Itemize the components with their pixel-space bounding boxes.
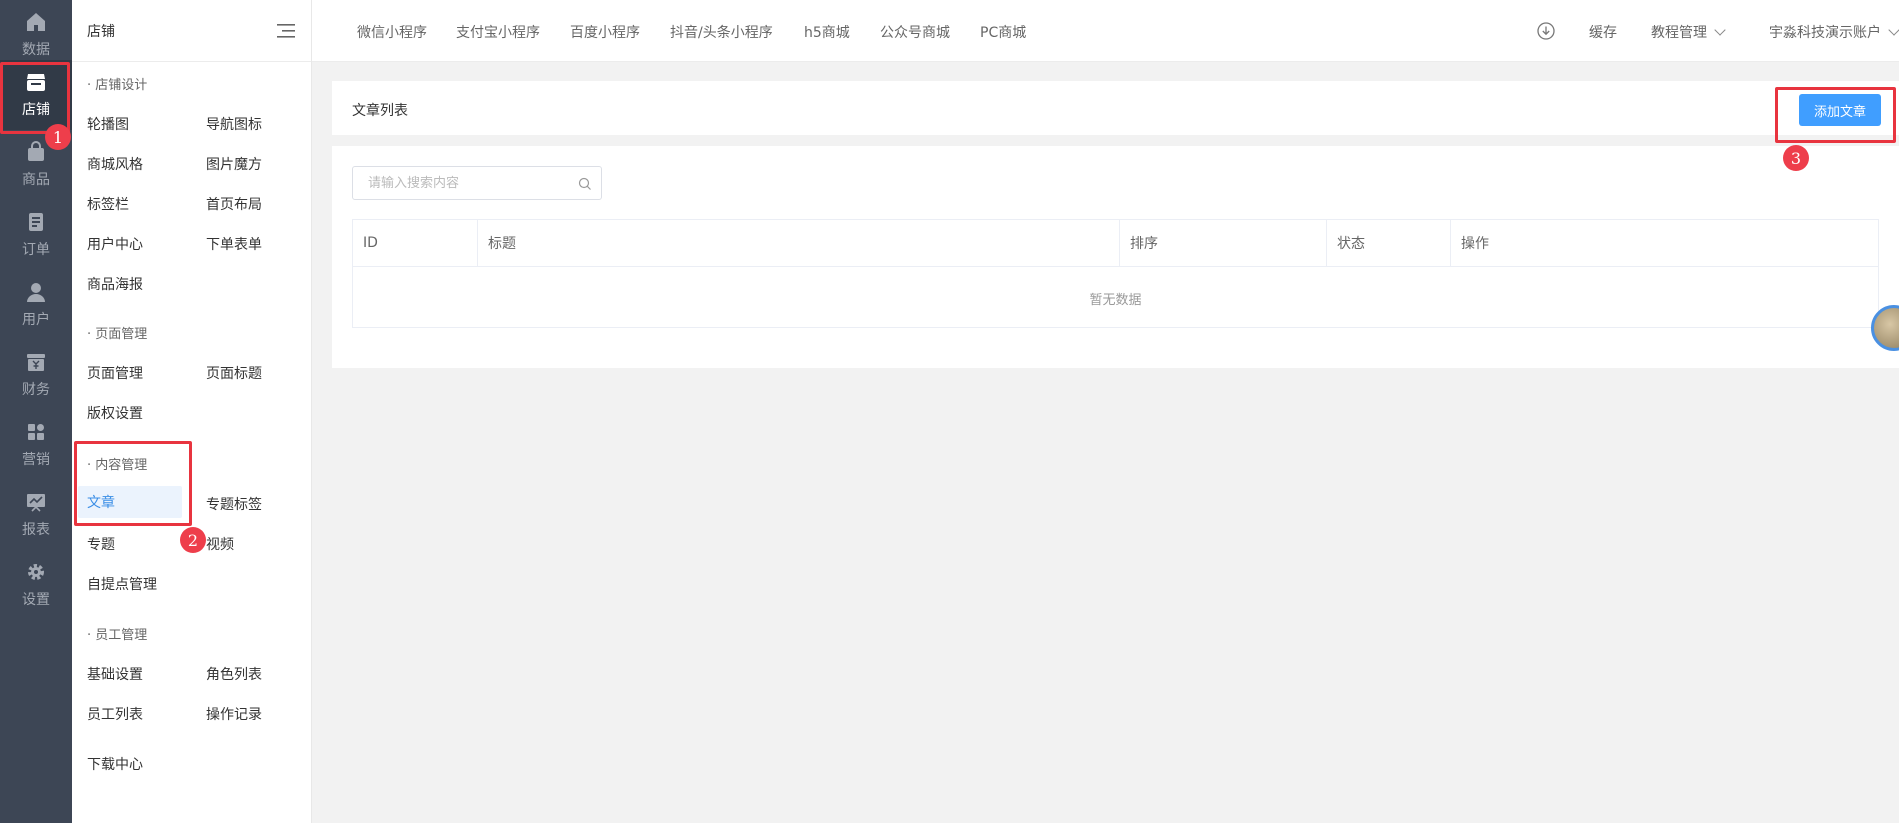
article-table: ID 标题 排序 状态 操作 暂无数据 — [352, 219, 1879, 328]
page-title: 文章列表 — [352, 103, 408, 119]
menu-collapse-icon[interactable] — [277, 23, 295, 38]
sub-link-nav-icons[interactable]: 导航图标 — [206, 114, 262, 134]
sub-link-operation-log[interactable]: 操作记录 — [206, 704, 262, 724]
sub-link-mall-style[interactable]: 商城风格 — [87, 154, 143, 174]
user-icon — [25, 281, 47, 303]
sub-link-user-center[interactable]: 用户中心 — [87, 234, 143, 254]
nav-item-finance[interactable]: 财务 — [0, 340, 72, 410]
account-name: 宇淼科技演示账户 — [1769, 25, 1881, 41]
sub-link-topic[interactable]: 专题 — [87, 534, 115, 554]
order-icon — [25, 211, 47, 233]
nav-item-users[interactable]: 用户 — [0, 270, 72, 340]
sub-link-tabbar[interactable]: 标签栏 — [87, 194, 129, 214]
nav-item-label: 用户 — [22, 312, 50, 328]
page-header-card: 文章列表 添加文章 — [332, 81, 1899, 135]
account-dropdown[interactable]: 宇淼科技演示账户 — [1769, 22, 1899, 42]
tab-baidu-miniapp[interactable]: 百度小程序 — [570, 22, 640, 42]
report-icon — [25, 491, 47, 513]
annotation-box-2 — [74, 441, 192, 526]
sub-link-page-title[interactable]: 页面标题 — [206, 363, 262, 383]
chevron-down-icon — [1888, 24, 1899, 36]
annotation-badge-3: 3 — [1783, 145, 1809, 171]
sub-link-goods-poster[interactable]: 商品海报 — [87, 274, 143, 294]
column-header-title: 标题 — [477, 220, 1119, 267]
sub-link-home-layout[interactable]: 首页布局 — [206, 194, 262, 214]
nav-item-label: 报表 — [22, 522, 50, 538]
tab-pc-mall[interactable]: PC商城 — [980, 22, 1026, 42]
nav-item-marketing[interactable]: 营销 — [0, 410, 72, 480]
nav-item-label: 商品 — [22, 172, 50, 188]
column-header-sort: 排序 — [1119, 220, 1326, 267]
download-icon[interactable] — [1537, 22, 1555, 44]
tab-wechat-miniapp[interactable]: 微信小程序 — [357, 22, 427, 42]
search-input[interactable] — [353, 167, 573, 199]
sub-sidebar-title: 店铺 — [87, 23, 115, 40]
content-card: ID 标题 排序 状态 操作 暂无数据 — [332, 146, 1899, 368]
sub-link-video[interactable]: 视频 — [206, 534, 234, 554]
sub-link-image-magic[interactable]: 图片魔方 — [206, 154, 262, 174]
sub-link-copyright[interactable]: 版权设置 — [87, 403, 143, 423]
sub-link-order-form[interactable]: 下单表单 — [206, 234, 262, 254]
tab-alipay-miniapp[interactable]: 支付宝小程序 — [456, 22, 540, 42]
group-title-staff-management: · 员工管理 — [87, 628, 148, 643]
sub-link-staff-list[interactable]: 员工列表 — [87, 704, 143, 724]
finance-icon — [25, 351, 47, 373]
tab-h5-mall[interactable]: h5商城 — [804, 22, 850, 42]
column-header-id: ID — [353, 220, 477, 267]
group-title-store-design: · 店铺设计 — [87, 78, 148, 93]
shopping-bag-icon — [25, 141, 47, 163]
nav-item-label: 设置 — [22, 592, 50, 608]
cache-button[interactable]: 缓存 — [1589, 22, 1617, 42]
search-icon[interactable] — [578, 177, 592, 191]
nav-item-settings[interactable]: 设置 — [0, 550, 72, 620]
sub-link-basic-settings[interactable]: 基础设置 — [87, 664, 143, 684]
gear-icon — [25, 561, 47, 583]
nav-item-label: 营销 — [22, 452, 50, 468]
sub-link-role-list[interactable]: 角色列表 — [206, 664, 262, 684]
top-bar: 微信小程序 支付宝小程序 百度小程序 抖音/头条小程序 h5商城 公众号商城 P… — [312, 0, 1899, 62]
nav-item-label: 财务 — [22, 382, 50, 398]
home-icon — [25, 11, 47, 33]
sub-link-topic-tags[interactable]: 专题标签 — [206, 494, 262, 514]
group-title-page-management: · 页面管理 — [87, 327, 148, 342]
tab-official-account-mall[interactable]: 公众号商城 — [880, 22, 950, 42]
sub-sidebar: 店铺 · 店铺设计 轮播图 导航图标 商城风格 图片魔方 标签栏 首页布局 用户… — [72, 0, 312, 823]
annotation-badge-1: 1 — [45, 124, 71, 150]
empty-state-text: 暂无数据 — [1089, 293, 1142, 308]
tutorial-dropdown[interactable]: 教程管理 — [1651, 22, 1726, 42]
nav-item-label: 数据 — [22, 42, 50, 58]
sub-link-page-management[interactable]: 页面管理 — [87, 363, 143, 383]
nav-item-orders[interactable]: 订单 — [0, 200, 72, 270]
apps-icon — [25, 421, 47, 443]
tab-douyin-miniapp[interactable]: 抖音/头条小程序 — [670, 22, 773, 42]
column-header-actions: 操作 — [1450, 220, 1878, 267]
nav-item-reports[interactable]: 报表 — [0, 480, 72, 550]
sub-link-download-center[interactable]: 下载中心 — [87, 754, 143, 774]
column-header-status: 状态 — [1326, 220, 1450, 267]
sub-link-pickup-points[interactable]: 自提点管理 — [87, 574, 157, 594]
nav-item-label: 订单 — [22, 242, 50, 258]
sub-sidebar-header: 店铺 — [72, 0, 311, 62]
search-box — [352, 166, 602, 200]
sub-link-banner[interactable]: 轮播图 — [87, 114, 129, 134]
annotation-box-3 — [1775, 87, 1896, 143]
chevron-down-icon — [1714, 24, 1726, 36]
tutorial-label: 教程管理 — [1651, 25, 1707, 41]
annotation-badge-2: 2 — [180, 527, 206, 553]
